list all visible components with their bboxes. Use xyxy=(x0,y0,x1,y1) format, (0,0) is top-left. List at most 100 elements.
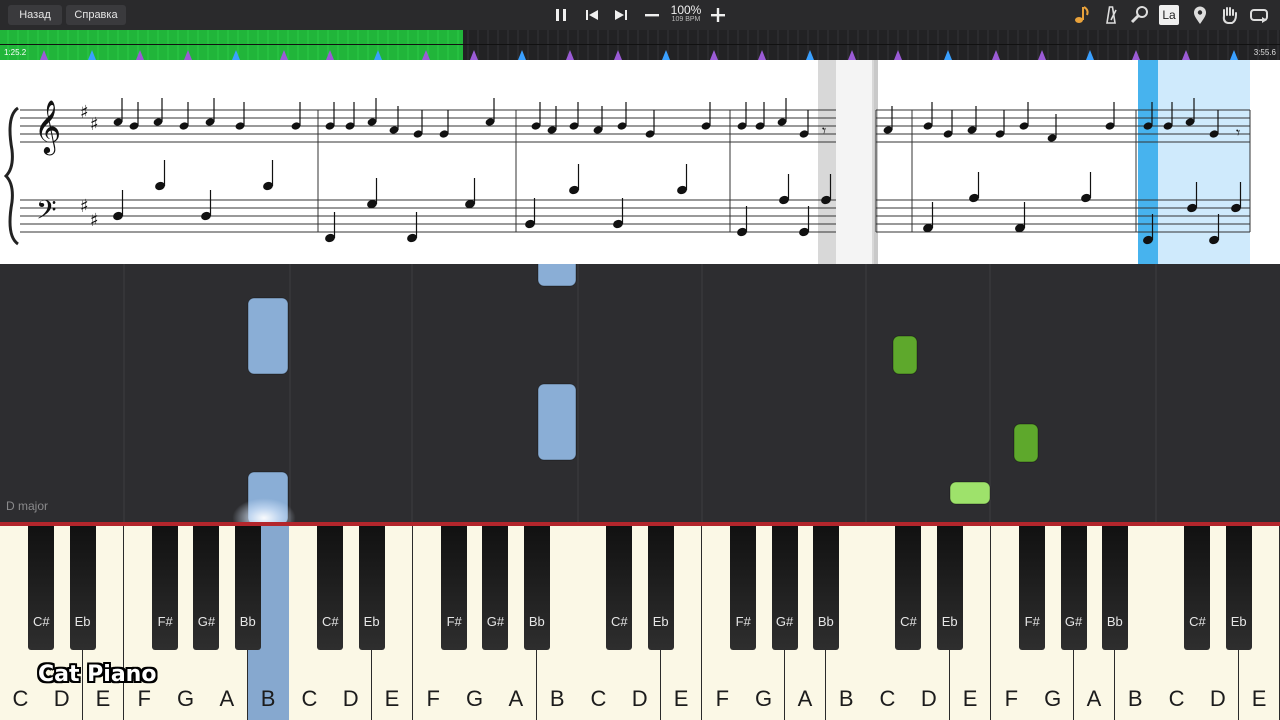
tempo-increase-icon[interactable] xyxy=(708,5,728,25)
next-icon[interactable] xyxy=(611,5,631,25)
black-key-csharp[interactable]: C# xyxy=(317,526,344,650)
black-key-bb[interactable]: Bb xyxy=(234,526,261,650)
tempo-decrease-icon[interactable] xyxy=(642,5,662,25)
timeline-track[interactable] xyxy=(0,30,1280,60)
black-key-csharp[interactable]: C# xyxy=(28,526,55,650)
key-label: F xyxy=(715,686,730,711)
watermark-logo: Cat Piano xyxy=(38,662,157,687)
timeline-divider xyxy=(0,44,1280,45)
falling-note xyxy=(537,383,577,461)
black-key-bb[interactable]: Bb xyxy=(812,526,839,650)
sharp-sign: ♯ xyxy=(80,196,89,217)
key-label: B xyxy=(260,686,276,711)
key-label: G xyxy=(755,686,773,711)
black-key-fsharp[interactable]: F# xyxy=(152,526,179,650)
key-label: Bb xyxy=(817,614,834,629)
key-label: G xyxy=(176,686,195,711)
key-label: F# xyxy=(1024,614,1040,629)
progress-timeline[interactable]: 1:25.2 3:55.6 xyxy=(0,30,1280,60)
piano-keyboard[interactable]: C D E F G A B C D E F G A B C D E F G A B C D E F G A B C D E C# Eb F# G# B… xyxy=(0,526,1280,720)
back-button[interactable]: Назад xyxy=(8,5,62,25)
magnifier-icon[interactable] xyxy=(1129,4,1151,26)
key-label: D xyxy=(631,686,648,711)
key-label: A xyxy=(797,686,813,711)
tempo-bpm: 109 BPM xyxy=(671,16,701,23)
black-key-fsharp[interactable]: F# xyxy=(730,526,757,650)
key-label: F xyxy=(1004,686,1019,711)
black-key-csharp[interactable]: C# xyxy=(895,526,922,650)
tempo-display: 100% 109 BPM xyxy=(666,4,706,24)
metronome-icon[interactable] xyxy=(1100,4,1122,26)
key-label: G# xyxy=(775,614,794,629)
key-label: G# xyxy=(197,614,216,629)
key-label: F xyxy=(426,686,440,711)
black-key-gsharp[interactable]: G# xyxy=(193,526,220,650)
key-label: C xyxy=(301,686,318,711)
top-toolbar: Назад Справка 100% 109 BPM La xyxy=(0,0,1280,30)
black-key-bb[interactable]: Bb xyxy=(523,526,550,650)
bass-clef: 𝄢 xyxy=(36,194,57,232)
key-label: B xyxy=(549,686,565,711)
playhead-bar xyxy=(1138,60,1158,264)
key-label: Bb xyxy=(239,614,256,629)
black-key-bb[interactable]: Bb xyxy=(1101,526,1128,650)
solfege-icon[interactable]: La xyxy=(1159,5,1179,25)
falling-note xyxy=(247,297,289,375)
key-label: D xyxy=(920,686,937,711)
hand-icon[interactable] xyxy=(1218,4,1240,26)
key-label: C xyxy=(12,686,29,711)
note-lanes xyxy=(123,264,1157,522)
pause-icon[interactable] xyxy=(551,5,571,25)
key-label: Eb xyxy=(652,614,669,629)
previous-icon[interactable] xyxy=(582,5,602,25)
black-key-eb[interactable]: Eb xyxy=(1225,526,1252,650)
key-label: E xyxy=(673,686,689,711)
black-key-eb[interactable]: Eb xyxy=(647,526,674,650)
page-fold-highlight xyxy=(836,60,872,264)
black-key-fsharp[interactable]: F# xyxy=(1019,526,1046,650)
sharp-sign: ♯ xyxy=(90,210,99,231)
key-label: Bb xyxy=(528,614,545,629)
zoom-percent: 100% xyxy=(670,3,702,17)
black-key-eb[interactable]: Eb xyxy=(69,526,96,650)
black-key-eb[interactable]: Eb xyxy=(358,526,385,650)
key-label: A xyxy=(508,686,524,711)
key-label: C xyxy=(879,686,896,711)
falling-note xyxy=(537,264,577,287)
rest-symbol: 𝄾 xyxy=(1236,123,1240,142)
black-key-gsharp[interactable]: G# xyxy=(482,526,509,650)
key-label: B xyxy=(838,686,854,711)
key-label: Eb xyxy=(74,614,91,629)
key-label: Eb xyxy=(941,614,958,629)
black-key-gsharp[interactable]: G# xyxy=(771,526,798,650)
help-button[interactable]: Справка xyxy=(66,5,126,25)
sheet-music[interactable]: 𝄞 𝄢 ♯ ♯ ♯ ♯ 𝄾 𝄾 xyxy=(0,60,1280,264)
black-key-gsharp[interactable]: G# xyxy=(1060,526,1087,650)
key-label: D xyxy=(1209,686,1226,711)
key-label: G# xyxy=(1064,614,1083,629)
loop-icon[interactable] xyxy=(1248,4,1270,26)
key-label: C# xyxy=(32,614,50,629)
note-icon[interactable] xyxy=(1071,4,1093,26)
key-label: F# xyxy=(735,614,751,629)
falling-note xyxy=(1013,423,1039,463)
black-key-eb[interactable]: Eb xyxy=(936,526,963,650)
key-label: C# xyxy=(1189,614,1206,629)
black-key-fsharp[interactable]: F# xyxy=(441,526,468,650)
key-label: C xyxy=(1168,686,1185,711)
key-label: D xyxy=(53,686,70,711)
key-label: Eb xyxy=(363,614,380,629)
elapsed-time: 1:25.2 xyxy=(4,48,27,57)
key-label: Bb xyxy=(1106,614,1123,629)
key-label: E xyxy=(95,686,111,711)
key-label: F# xyxy=(157,614,173,629)
black-key-csharp[interactable]: C# xyxy=(1184,526,1211,650)
total-time: 3:55.6 xyxy=(1253,48,1276,57)
sharp-sign: ♯ xyxy=(90,114,99,135)
key-label: C# xyxy=(611,614,628,629)
grand-staff-brace xyxy=(3,106,19,246)
sharp-sign: ♯ xyxy=(80,102,89,123)
black-key-csharp[interactable]: C# xyxy=(606,526,633,650)
key-label: F# xyxy=(446,614,462,629)
location-pin-icon[interactable] xyxy=(1189,4,1211,26)
